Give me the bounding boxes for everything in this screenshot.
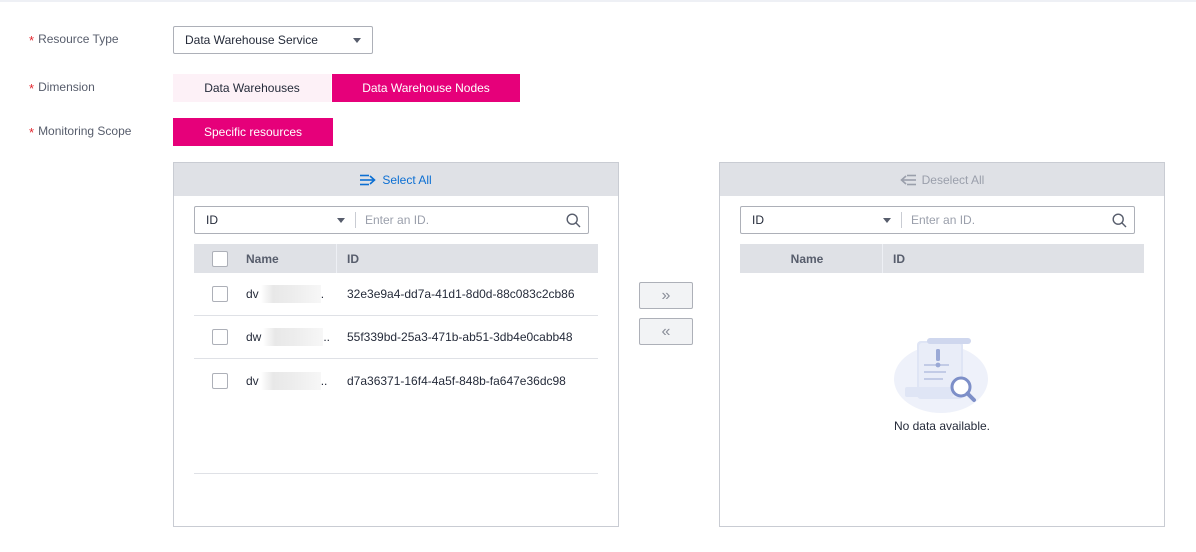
dimension-label: * Dimension [29, 79, 95, 97]
row-name: dv [246, 373, 259, 388]
double-chevron-left-icon: « [661, 322, 671, 340]
selected-search-input[interactable] [902, 207, 1104, 233]
empty-document-icon [894, 338, 988, 413]
empty-state-illustration [891, 335, 991, 420]
monitoring-scope-label-text: Monitoring Scope [38, 123, 132, 138]
resource-type-label: * Resource Type [29, 31, 119, 49]
search-type-value: ID [206, 213, 218, 227]
selected-resources-panel: Deselect All ID Name ID [719, 162, 1165, 527]
selected-search-type-select[interactable]: ID [741, 207, 901, 233]
caret-down-icon [337, 218, 345, 223]
dimension-label-text: Dimension [38, 79, 95, 94]
dimension-option-data-warehouses[interactable]: Data Warehouses [173, 74, 331, 102]
available-rows: dv. 32e3e9a4-dd7a-41d1-8d0d-88c083c2cb86… [194, 273, 598, 402]
row-id: 55f339bd-25a3-471b-ab51-3db4e0cabb48 [347, 330, 573, 344]
row-name-ellipsis: .. [323, 330, 331, 344]
resource-type-label-text: Resource Type [38, 31, 119, 46]
available-search-type-select[interactable]: ID [195, 207, 355, 233]
list-bottom-divider [194, 473, 598, 474]
available-panel-header: Select All [174, 163, 618, 196]
dimension-option-data-warehouse-nodes[interactable]: Data Warehouse Nodes [332, 74, 520, 102]
deselect-all-button[interactable]: Deselect All [899, 172, 985, 187]
masked-name [260, 285, 321, 303]
select-all-icon [360, 174, 377, 185]
column-header-name: Name [246, 251, 279, 266]
resource-type-select[interactable]: Data Warehouse Service [173, 26, 373, 54]
row-name: dv [246, 287, 259, 301]
resource-type-value: Data Warehouse Service [185, 33, 318, 47]
masked-name [263, 328, 324, 346]
specific-resources-button[interactable]: Specific resources [173, 118, 333, 146]
top-divider [0, 0, 1196, 2]
select-all-checkbox[interactable] [212, 250, 228, 267]
row-name-ellipsis: . [320, 287, 325, 301]
selected-table-header: Name ID [740, 244, 1144, 273]
column-header-id: ID [882, 244, 1144, 273]
monitoring-scope-label: * Monitoring Scope [29, 123, 132, 141]
required-mark: * [29, 125, 35, 140]
column-header-name: Name [790, 251, 824, 266]
table-row[interactable]: dw.. 55f339bd-25a3-471b-ab51-3db4e0cabb4… [194, 316, 598, 359]
caret-down-icon [353, 38, 361, 43]
required-mark: * [29, 81, 35, 96]
table-row[interactable]: dv. 32e3e9a4-dd7a-41d1-8d0d-88c083c2cb86 [194, 273, 598, 316]
remove-selected-button[interactable]: « [639, 318, 693, 345]
row-name-ellipsis: .. [320, 373, 328, 388]
select-all-label: Select All [382, 172, 432, 187]
table-row[interactable]: dv.. d7a36371-16f4-4a5f-848b-fa647e36dc9… [194, 359, 598, 402]
row-id: d7a36371-16f4-4a5f-848b-fa647e36dc98 [347, 373, 566, 388]
double-chevron-right-icon: » [661, 286, 671, 304]
deselect-all-icon [899, 174, 916, 185]
row-checkbox[interactable] [212, 372, 228, 389]
row-id: 32e3e9a4-dd7a-41d1-8d0d-88c083c2cb86 [347, 287, 575, 301]
row-checkbox[interactable] [212, 286, 228, 302]
empty-state-text: No data available. [893, 419, 991, 433]
available-table-header: Name ID [194, 244, 598, 273]
column-header-id: ID [336, 244, 598, 273]
row-name: dw [246, 330, 262, 344]
required-mark: * [29, 33, 35, 48]
deselect-all-label: Deselect All [921, 172, 985, 187]
caret-down-icon [883, 218, 891, 223]
select-all-button[interactable]: Select All [360, 172, 432, 187]
available-search-bar: ID [194, 206, 589, 234]
add-selected-button[interactable]: » [639, 282, 693, 309]
selected-panel-header: Deselect All [720, 163, 1164, 196]
row-checkbox[interactable] [212, 329, 228, 345]
search-type-value: ID [752, 213, 764, 227]
available-search-input[interactable] [356, 207, 558, 233]
masked-name [260, 371, 321, 390]
available-resources-panel: Select All ID Name ID dv. 32e3e9a4-dd7a-… [173, 162, 619, 527]
selected-search-bar: ID [740, 206, 1135, 234]
search-icon[interactable] [1104, 207, 1134, 233]
search-icon[interactable] [558, 207, 588, 233]
